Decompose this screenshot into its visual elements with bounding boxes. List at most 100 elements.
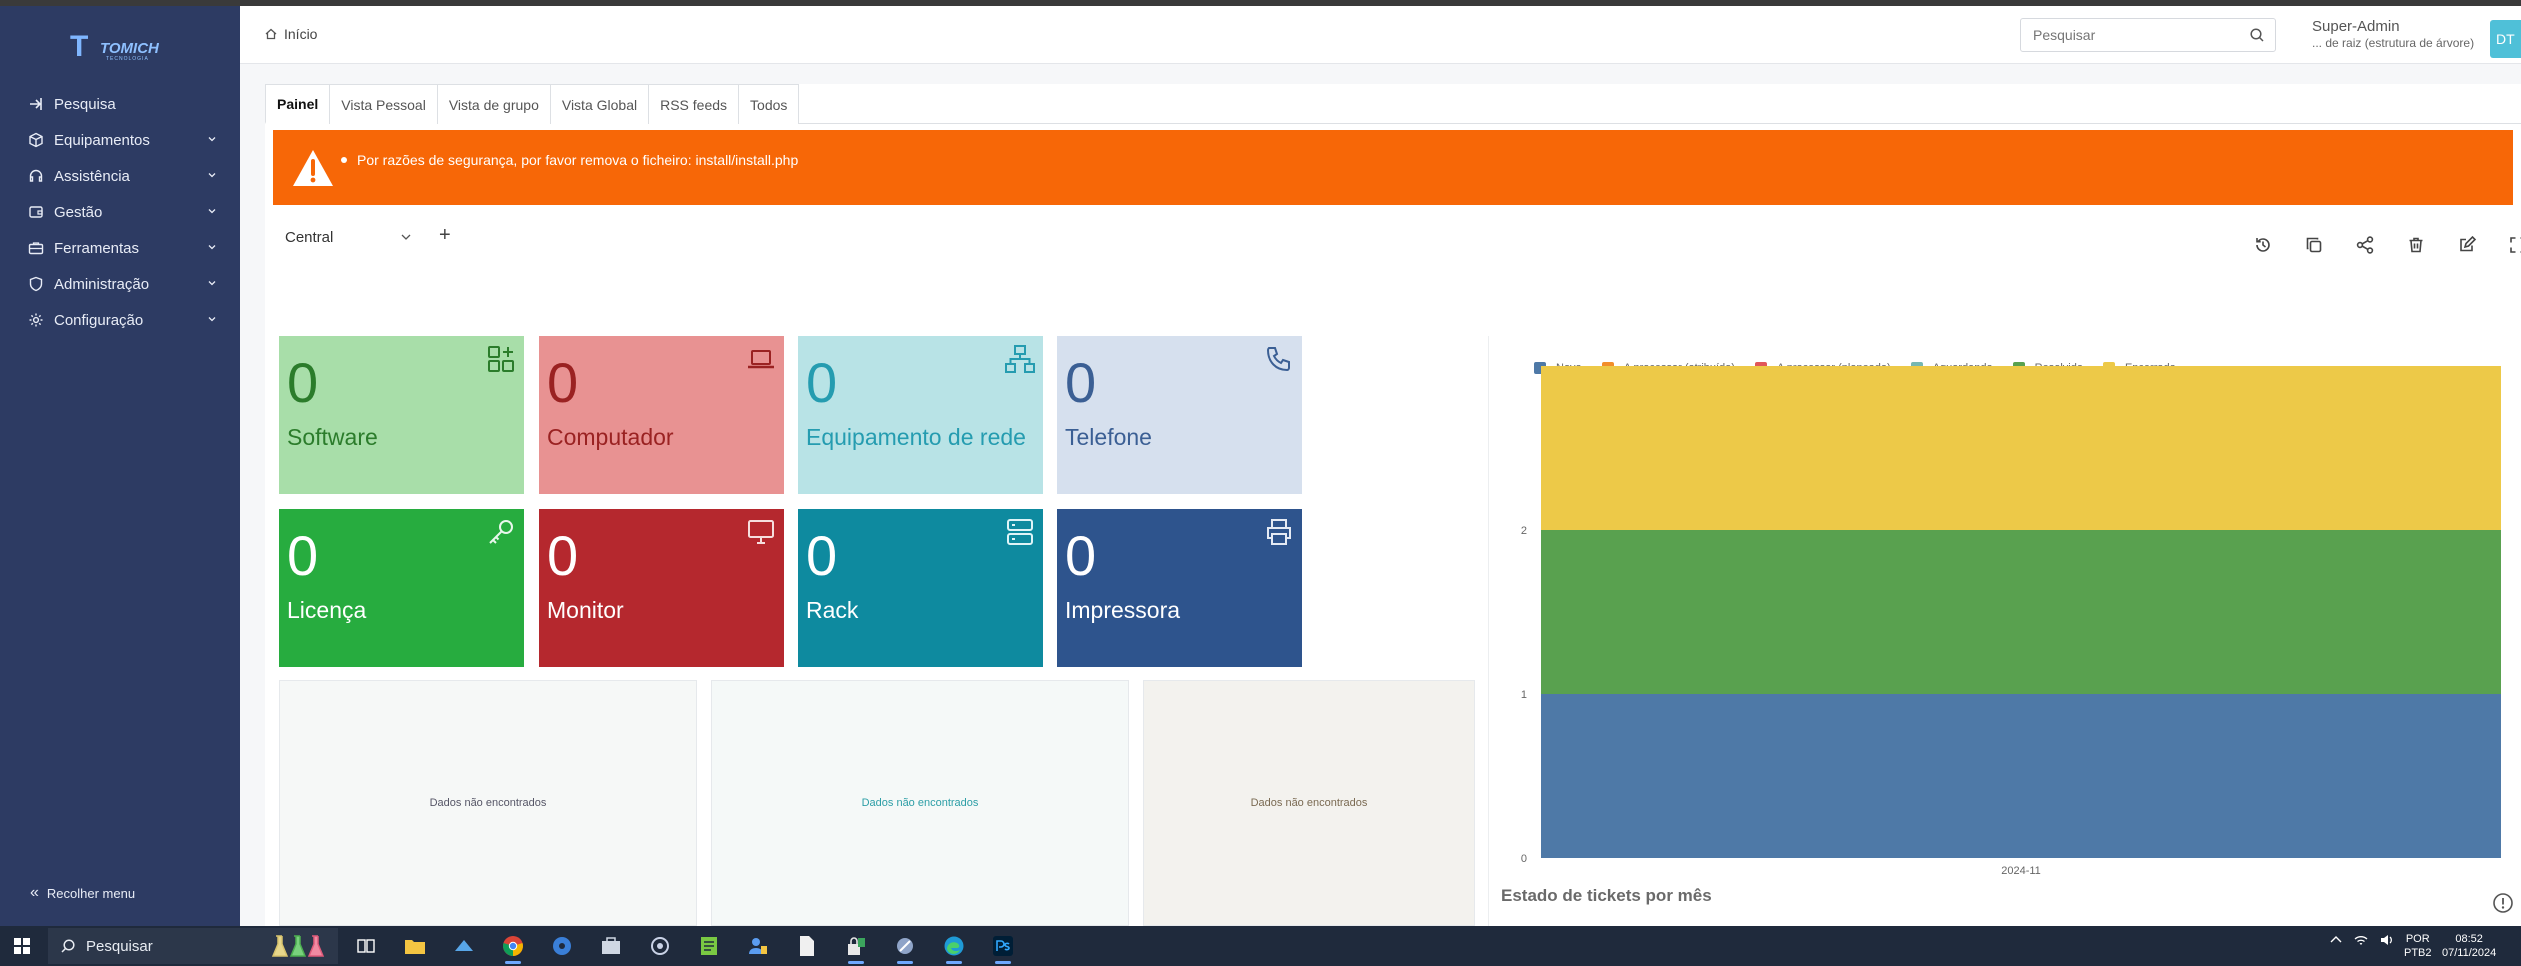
tab-vista-pessoal[interactable]: Vista Pessoal <box>329 84 438 124</box>
chart-title: Estado de tickets por mês <box>1501 886 1712 905</box>
edit-icon <box>2460 235 2477 252</box>
share-button[interactable] <box>2350 230 2380 260</box>
system-clock[interactable]: 08:52 07/11/2024 <box>2442 932 2496 960</box>
gear-icon <box>28 312 44 328</box>
computer-card[interactable]: 0 Computador <box>539 336 784 494</box>
app-shortcut[interactable] <box>834 930 878 964</box>
sidebar-item-equipamentos[interactable]: Equipamentos <box>0 122 240 158</box>
app-launcher[interactable] <box>442 930 486 962</box>
breadcrumb[interactable]: Início <box>264 26 317 42</box>
photoshop-app[interactable] <box>981 930 1025 964</box>
active-indicator <box>995 961 1011 964</box>
lock-app-icon <box>848 937 865 955</box>
dashboard-tabs: Painel Vista Pessoal Vista de grupo Vist… <box>265 84 2521 124</box>
card-label: Telefone <box>1065 424 1152 450</box>
system-tray <box>2330 934 2406 946</box>
monitor-card[interactable]: 0 Monitor <box>539 509 784 667</box>
search-icon <box>61 939 75 953</box>
phone-card[interactable]: 0 Telefone <box>1057 336 1302 494</box>
chevron-up-icon[interactable] <box>2330 935 2342 945</box>
empty-widget: Dados não encontrados <box>279 680 697 926</box>
app-shortcut[interactable] <box>883 930 927 964</box>
clone-button[interactable] <box>2299 230 2329 260</box>
user-name: Super-Admin <box>2312 18 2400 35</box>
sidebar-item-label: Ferramentas <box>54 239 140 257</box>
search-icon[interactable] <box>2249 27 2265 43</box>
tab-todos[interactable]: Todos <box>738 84 800 124</box>
avatar[interactable]: DT <box>2490 20 2521 58</box>
global-search <box>2020 18 2276 52</box>
sidebar-item-ferramentas[interactable]: Ferramentas <box>0 230 240 266</box>
dashboard-toolbar <box>2227 230 2521 260</box>
sidebar-item-label: Gestão <box>54 203 103 221</box>
chrome-app[interactable] <box>491 930 535 964</box>
edge-app[interactable] <box>932 930 976 964</box>
app-shortcut[interactable] <box>589 930 633 962</box>
app-shortcut[interactable] <box>785 930 829 962</box>
wifi-icon[interactable] <box>2354 934 2368 946</box>
app-shortcut[interactable] <box>736 930 780 962</box>
sidebar-item-administracao[interactable]: Administração <box>0 266 240 302</box>
user-entity: ... de raiz (estrutura de árvore) <box>2312 36 2475 50</box>
active-indicator <box>946 961 962 964</box>
monitor-icon <box>748 520 774 544</box>
network-icon <box>1005 345 1035 373</box>
network-card[interactable]: 0 Equipamento de rede <box>798 336 1043 494</box>
logo[interactable]: T TOMICH TECNOLOGIA <box>70 28 170 68</box>
card-count: 0 <box>287 524 319 587</box>
file-explorer-app[interactable] <box>393 930 437 962</box>
collapse-menu-button[interactable]: « Recolher menu <box>30 884 135 902</box>
sidebar-item-label: Administração <box>54 275 150 293</box>
y-tick-label: 2 <box>1521 525 1527 537</box>
bar-segment[interactable] <box>1541 530 2501 694</box>
user-menu[interactable]: Super-Admin ... de raiz (estrutura de ár… <box>2312 18 2474 50</box>
task-view-button[interactable] <box>344 930 388 962</box>
sidebar-item-pesquisa[interactable]: Pesquisa <box>0 86 240 122</box>
add-dashboard-button[interactable]: + <box>439 224 451 247</box>
card-label: Computador <box>547 424 674 450</box>
rack-card[interactable]: 0 Rack <box>798 509 1043 667</box>
trash-icon <box>2409 237 2423 253</box>
bar-segment[interactable] <box>1541 366 2501 530</box>
history-button[interactable] <box>2248 230 2278 260</box>
app-shortcut[interactable] <box>540 930 584 962</box>
info-icon[interactable] <box>2492 892 2514 914</box>
edit-button[interactable] <box>2452 230 2482 260</box>
sidebar-item-label: Assistência <box>54 167 130 185</box>
fullscreen-icon <box>2510 237 2521 253</box>
tab-vista-de-grupo[interactable]: Vista de grupo <box>436 84 551 124</box>
tab-vista-global[interactable]: Vista Global <box>549 84 650 124</box>
sidebar-item-configuracao[interactable]: Configuração <box>0 302 240 338</box>
license-card[interactable]: 0 Licença <box>279 509 524 667</box>
delete-button[interactable] <box>2401 230 2431 260</box>
tab-painel[interactable]: Painel <box>265 84 331 124</box>
sidebar-item-assistencia[interactable]: Assistência <box>0 158 240 194</box>
sidebar: T TOMICH TECNOLOGIA Pesquisa Equipamento… <box>0 6 240 926</box>
sidebar-item-label: Equipamentos <box>54 131 150 149</box>
card-label: Software <box>287 424 378 450</box>
keyboard-language[interactable]: POR PTB2 <box>2404 932 2432 960</box>
shield-icon <box>28 276 44 292</box>
software-card[interactable]: 0 Software <box>279 336 524 494</box>
search-input[interactable] <box>2021 19 2231 51</box>
sidebar-item-gestao[interactable]: Gestão <box>0 194 240 230</box>
speaker-icon[interactable] <box>2380 934 2394 946</box>
task-view-icon <box>357 939 375 953</box>
taskbar-search[interactable]: Pesquisar <box>48 928 338 964</box>
lang-code: POR <box>2405 933 2430 945</box>
bar-segment[interactable] <box>1541 694 2501 858</box>
dashboard-select[interactable]: Central <box>275 222 423 252</box>
sidebar-item-label: Pesquisa <box>54 95 116 113</box>
notes-icon <box>701 937 717 955</box>
document-icon <box>800 936 814 956</box>
app-shortcut[interactable] <box>638 930 682 962</box>
windows-start-icon[interactable] <box>14 938 30 954</box>
fullscreen-button[interactable] <box>2503 230 2521 260</box>
tab-rss-feeds[interactable]: RSS feeds <box>648 84 740 124</box>
card-count: 0 <box>547 524 579 587</box>
active-indicator <box>848 961 864 964</box>
printer-card[interactable]: 0 Impressora <box>1057 509 1302 667</box>
breadcrumb-home[interactable]: Início <box>284 26 317 42</box>
folder-icon <box>405 940 425 954</box>
app-shortcut[interactable] <box>687 930 731 962</box>
